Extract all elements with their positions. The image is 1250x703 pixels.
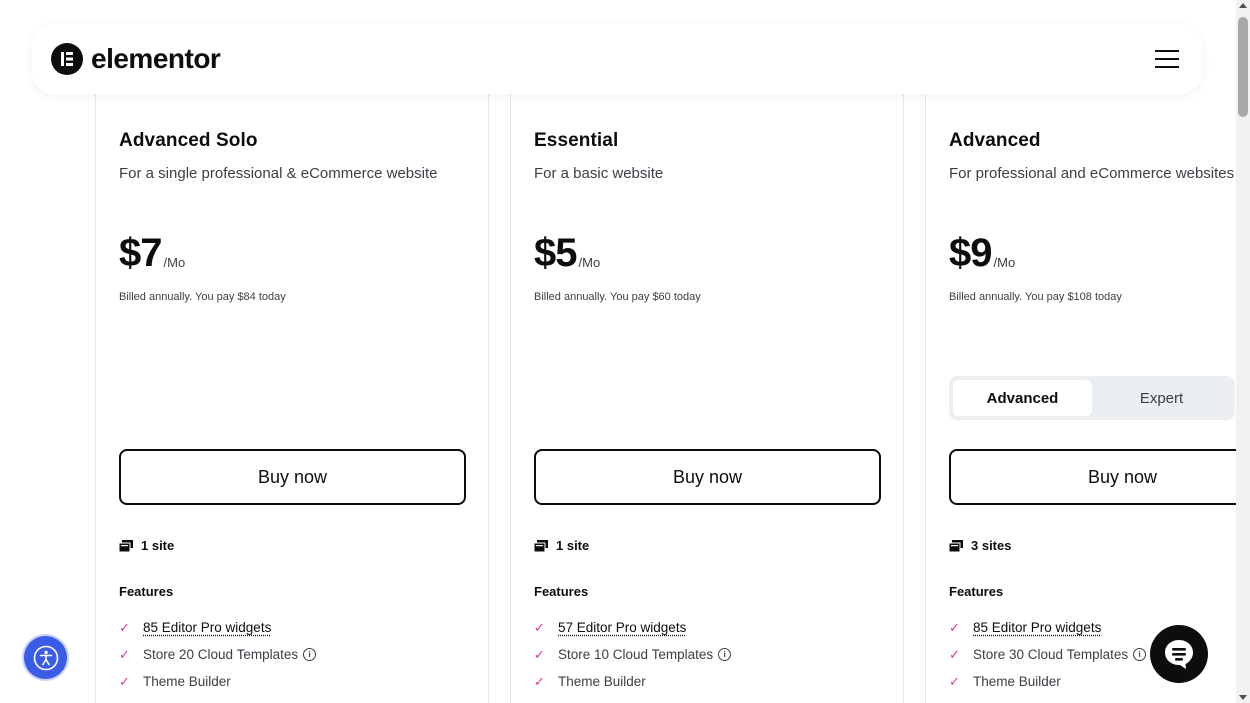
feature-label: Store 30 Cloud Templates (973, 647, 1129, 662)
logo-text: elementor (91, 43, 221, 74)
feature-item: ✓ Store 20 Cloud Templates i (119, 641, 317, 668)
feature-label: Store 20 Cloud Templates (143, 647, 299, 662)
check-icon: ✓ (119, 646, 130, 662)
scroll-up-arrow-icon[interactable] (1239, 3, 1247, 8)
features-list: ✓ 85 Editor Pro widgets ✓ Store 20 Cloud T… (119, 614, 317, 695)
check-icon: ✓ (119, 619, 130, 635)
accessibility-button[interactable] (24, 636, 67, 679)
sites-label: 1 site (556, 538, 590, 553)
plan-title: Advanced (949, 130, 1041, 151)
features-heading: Features (119, 584, 174, 599)
info-icon[interactable]: i (303, 648, 317, 661)
billing-note: Billed annually. You pay $108 today (949, 291, 1122, 303)
chat-button[interactable] (1150, 625, 1208, 683)
billing-note: Billed annually. You pay $84 today (119, 291, 286, 303)
info-icon[interactable]: i (1133, 648, 1147, 661)
plan-subtitle: For a basic website (534, 165, 664, 182)
check-icon: ✓ (534, 646, 545, 662)
feature-item: ✓ Theme Builder (119, 668, 316, 695)
elementor-logo[interactable]: elementor (51, 43, 221, 75)
sites-label: 1 site (141, 538, 175, 553)
elementor-logo-icon (51, 43, 83, 75)
check-icon: ✓ (949, 646, 960, 662)
price-period: /Mo (163, 255, 186, 270)
sites-count: 1 site (534, 538, 589, 553)
check-icon: ✓ (119, 673, 130, 689)
features-list: ✓ 57 Editor Pro widgets ✓ Store 10 Cloud T… (534, 614, 732, 695)
price-period: /Mo (578, 255, 601, 270)
accessibility-icon (33, 645, 58, 670)
tier-option-expert[interactable]: Expert (1092, 380, 1231, 416)
price-amount: $7 (119, 231, 162, 275)
feature-link[interactable]: 57 Editor Pro widgets (558, 620, 686, 635)
feature-link[interactable]: 85 Editor Pro widgets (973, 620, 1101, 635)
tier-option-advanced[interactable]: Advanced (953, 380, 1092, 416)
price-period: /Mo (993, 255, 1016, 270)
feature-link[interactable]: 85 Editor Pro widgets (143, 620, 271, 635)
price-amount: $9 (949, 231, 992, 275)
feature-label: Theme Builder (973, 674, 1061, 689)
buy-now-button[interactable]: Buy now (534, 449, 881, 505)
features-list: ✓ 85 Editor Pro widgets ✓ Store 30 Cloud T… (949, 614, 1147, 695)
feature-item: ✓ 85 Editor Pro widgets (949, 614, 1146, 641)
sites-count: 1 site (119, 538, 174, 553)
check-icon: ✓ (534, 673, 545, 689)
plan-subtitle: For professional and eCommerce websites (949, 165, 1235, 182)
billing-note: Billed annually. You pay $60 today (534, 291, 701, 303)
features-heading: Features (534, 584, 589, 599)
feature-item: ✓ Theme Builder (534, 668, 731, 695)
pricing-page: Advanced Solo For a single professional … (0, 0, 1236, 703)
sites-icon (119, 539, 133, 552)
plan-subtitle: For a single professional & eCommerce we… (119, 165, 438, 182)
hamburger-icon[interactable] (1155, 50, 1179, 68)
check-icon: ✓ (949, 619, 960, 635)
scroll-down-arrow-icon[interactable] (1239, 695, 1247, 700)
check-icon: ✓ (949, 673, 960, 689)
site-header: elementor (32, 24, 1202, 94)
plan-card-advanced: Advanced For professional and eCommerce … (925, 94, 1236, 703)
feature-item: ✓ Store 30 Cloud Templates i (949, 641, 1147, 668)
buy-now-button[interactable]: Buy now (119, 449, 466, 505)
plan-card-essential: Essential For a basic website $5 /Mo Bil… (510, 94, 904, 703)
plan-tier-toggle: Advanced Expert (949, 376, 1235, 420)
plan-price: $9 /Mo (949, 230, 1015, 276)
feature-label: Theme Builder (558, 674, 646, 689)
chat-icon (1165, 640, 1193, 669)
feature-label: Store 10 Cloud Templates (558, 647, 714, 662)
sites-label: 3 sites (971, 538, 1012, 553)
sites-icon (949, 539, 963, 552)
check-icon: ✓ (534, 619, 545, 635)
sites-icon (534, 539, 548, 552)
scrollbar-thumb[interactable] (1238, 17, 1248, 117)
feature-item: ✓ 85 Editor Pro widgets (119, 614, 316, 641)
feature-item: ✓ Theme Builder (949, 668, 1146, 695)
info-icon[interactable]: i (718, 648, 732, 661)
feature-label: Theme Builder (143, 674, 231, 689)
plan-title: Advanced Solo (119, 130, 258, 151)
feature-item: ✓ Store 10 Cloud Templates i (534, 641, 732, 668)
features-heading: Features (949, 584, 1004, 599)
plan-price: $5 /Mo (534, 230, 600, 276)
plan-price: $7 /Mo (119, 230, 185, 276)
sites-count: 3 sites (949, 538, 1011, 553)
page-scrollbar[interactable] (1236, 0, 1250, 703)
feature-item: ✓ 57 Editor Pro widgets (534, 614, 731, 641)
plan-card-advanced-solo: Advanced Solo For a single professional … (95, 94, 489, 703)
plan-title: Essential (534, 130, 619, 151)
price-amount: $5 (534, 231, 577, 275)
buy-now-button[interactable]: Buy now (949, 449, 1236, 505)
